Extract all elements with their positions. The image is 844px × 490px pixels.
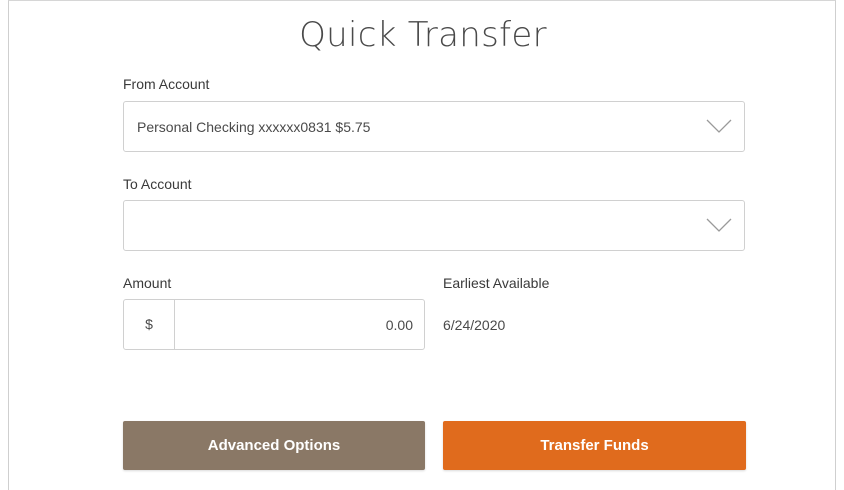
to-account-select[interactable]	[123, 200, 745, 251]
from-account-select[interactable]: Personal Checking xxxxxx0831 $5.75	[123, 101, 745, 152]
amount-label: Amount	[123, 275, 172, 291]
advanced-options-button[interactable]: Advanced Options	[123, 421, 425, 470]
currency-symbol: $	[124, 300, 175, 349]
from-account-label: From Account	[123, 76, 210, 92]
quick-transfer-card: Quick Transfer From Account Personal Che…	[8, 0, 836, 490]
chevron-down-icon	[706, 119, 732, 133]
earliest-available-date: 6/24/2020	[443, 317, 506, 333]
chevron-down-icon	[706, 218, 732, 232]
amount-input[interactable]	[175, 300, 424, 349]
transfer-funds-button[interactable]: Transfer Funds	[443, 421, 746, 470]
from-account-value: Personal Checking xxxxxx0831 $5.75	[137, 119, 371, 135]
page-title: Quick Transfer	[299, 15, 547, 55]
earliest-available-label: Earliest Available	[443, 275, 550, 291]
amount-field: $	[123, 299, 425, 350]
to-account-label: To Account	[123, 176, 192, 192]
